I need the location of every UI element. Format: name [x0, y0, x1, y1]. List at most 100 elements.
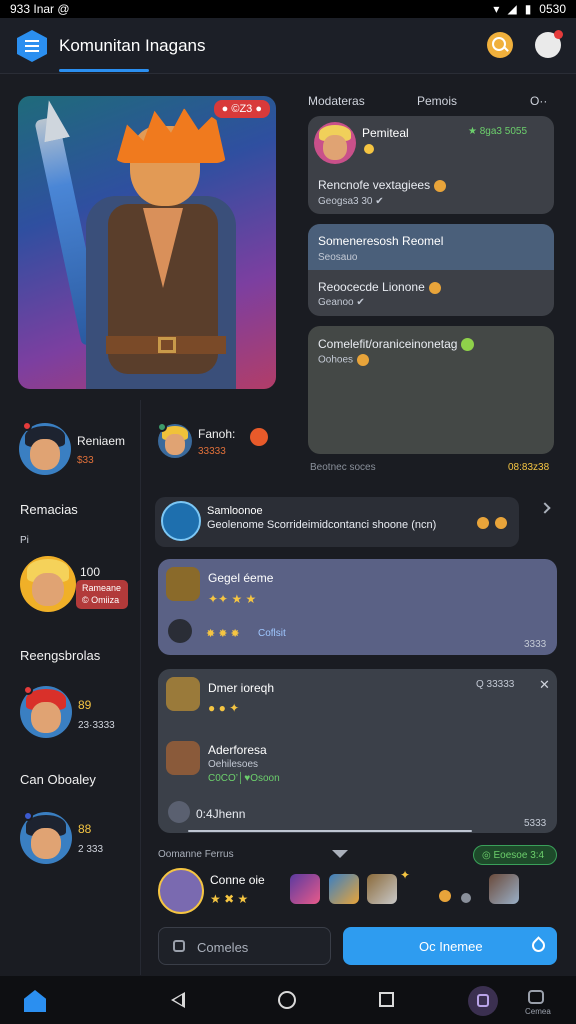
section-title: Remacias [20, 502, 78, 517]
avatar[interactable] [166, 677, 200, 711]
comment-input[interactable]: Comeles [158, 927, 331, 965]
primary-action-button[interactable]: Oc Inemee [343, 927, 557, 965]
feed-card[interactable]: Pemiteal ★ 8ga3 5055 Rencnofe vextagiees… [308, 116, 554, 214]
card-link[interactable]: Coflsit [258, 628, 286, 639]
card-meta: Geogsa3 30 ✔ [318, 196, 384, 207]
item-thumbnail[interactable] [329, 874, 359, 904]
list-sub: 2 333 [78, 844, 104, 855]
chevron-right-icon[interactable] [539, 502, 551, 514]
more-icon[interactable]: O·· [530, 94, 547, 108]
emoji-icon [428, 281, 441, 294]
game-icon[interactable] [528, 990, 544, 1004]
game-label: Cemea [525, 1007, 551, 1016]
status-right: ▾ ◢ ▮ 0530 [493, 2, 566, 16]
sparkle-icon: ✦ [400, 868, 411, 882]
thread-author: Samloonoe [207, 505, 263, 517]
fire-icon [250, 428, 268, 446]
title-underline [59, 69, 149, 72]
chevron-down-icon[interactable] [332, 850, 348, 858]
section-title: Can Oboaley [20, 772, 96, 787]
battery-icon: ▮ [524, 2, 532, 16]
list-sub: 23·3333 [78, 720, 115, 731]
card-footer: 0:4Jhenn [196, 807, 246, 821]
status-dot [22, 421, 32, 431]
star-icon: ★ ✖ ★ [210, 892, 249, 906]
comment-placeholder: Comeles [197, 940, 249, 955]
progress-bar [188, 830, 472, 832]
rank-badge[interactable]: Rameane © Omiiza [76, 580, 128, 609]
column-divider [140, 400, 141, 975]
card-text: Comelefit/oraniceinonetag [318, 337, 475, 352]
avatar[interactable] [161, 501, 201, 541]
status-dot [23, 811, 33, 821]
user-score: $33 [77, 455, 94, 466]
list-value: 100 [80, 565, 101, 579]
avatar[interactable] [168, 619, 192, 643]
avatar[interactable] [20, 556, 76, 612]
status-dot [23, 685, 33, 695]
user-name: Reniaem [77, 434, 126, 448]
hero-hair [116, 108, 226, 163]
section-subtitle: Pi [20, 535, 29, 546]
status-badge[interactable]: ◎ Eoesoe 3:4 [473, 845, 557, 865]
card-author: Pemiteal [362, 126, 409, 140]
card-tag: ★ 8ga3 5055 [468, 126, 528, 137]
status-icon: @ [57, 2, 70, 16]
status-bar: 933 Inar @ ▾ ◢ ▮ 0530 [0, 0, 576, 18]
avatar[interactable] [166, 567, 200, 601]
item-thumbnail[interactable] [290, 874, 320, 904]
tab-moderators[interactable]: Modateras [308, 94, 365, 108]
card-author: Gegel éeme [208, 571, 274, 585]
rank-badge-sub: © Omiiza [82, 595, 120, 605]
comment-icon [173, 940, 185, 952]
card-text-label: Rencnofe vextagiees [318, 178, 431, 192]
bottom-user-name: Conne oie [210, 873, 265, 887]
feed-card[interactable]: Gegel éeme ✦✦ ★ ★ ✸ ✸ ✸ Coflsit 3333 [158, 559, 557, 655]
chat-icon[interactable] [468, 986, 498, 1016]
status-dot [157, 422, 167, 432]
avatar[interactable] [158, 868, 204, 914]
card-title: Someneresosh Reomel [318, 234, 444, 248]
status-clock: 0530 [539, 2, 566, 16]
item-thumbnail[interactable] [489, 874, 519, 904]
back-icon[interactable] [171, 992, 185, 1008]
status-time: 933 Inar [10, 2, 55, 16]
home-circle-icon[interactable] [278, 991, 296, 1009]
status-left: 933 Inar @ [10, 2, 70, 16]
avatar[interactable] [168, 801, 190, 823]
star-icon: ✦✦ ★ ★ [208, 592, 257, 606]
item-thumbnail[interactable] [367, 874, 397, 904]
card-meta-label: Oohoes [318, 354, 354, 366]
avatar[interactable] [314, 122, 356, 164]
featured-hero-image[interactable]: ● ©Z3 ● [18, 96, 276, 389]
feed-footer-time: 08:83z38 [508, 462, 550, 473]
reply-meta: C0CO’│♥Osoon [208, 773, 280, 784]
home-icon[interactable] [24, 990, 46, 1012]
tab-posts[interactable]: Pemois [417, 94, 457, 108]
emoji-icon [434, 179, 447, 192]
card-text: Reoocecde Lionone [318, 280, 441, 294]
recents-icon[interactable] [379, 992, 394, 1007]
avatar[interactable] [166, 741, 200, 775]
close-icon[interactable]: ✕ [539, 677, 550, 693]
feed-footer: Beotnec soces [310, 462, 376, 473]
feed-card[interactable]: Comelefit/oraniceinonetag Oohoes [308, 326, 554, 454]
notification-icon[interactable] [535, 30, 563, 58]
user-score: 33333 [198, 446, 226, 457]
thread-text: Geolenome Scorrideimidcontanci shoone (n… [207, 519, 437, 531]
signal-icon: ◢ [507, 2, 517, 16]
feed-card[interactable]: Dmer ioreqh Q 33333 ✕ ● ● ✦ Aderforesa O… [158, 669, 557, 833]
feed-card[interactable]: Someneresosh Reomel Seosauo Reoocecde Li… [308, 224, 554, 316]
card-author: Dmer ioreqh [208, 681, 275, 695]
search-icon[interactable] [487, 32, 513, 58]
bottom-label: Oomanne Ferrus [158, 849, 234, 860]
hero-badge[interactable]: ● ©Z3 ● [213, 100, 270, 118]
card-meta: Geanoo ✔ [318, 297, 365, 308]
reply-sub: Oehilesoes [208, 759, 259, 770]
wifi-icon: ▾ [493, 2, 500, 16]
thread-bar[interactable]: Samloonoe Geolenome Scorrideimidcontanci… [155, 497, 519, 547]
heart-icon [529, 936, 548, 955]
system-nav-bar: Cemea [0, 976, 576, 1024]
app-logo-icon[interactable] [17, 30, 47, 62]
leaf-icon [461, 338, 475, 352]
